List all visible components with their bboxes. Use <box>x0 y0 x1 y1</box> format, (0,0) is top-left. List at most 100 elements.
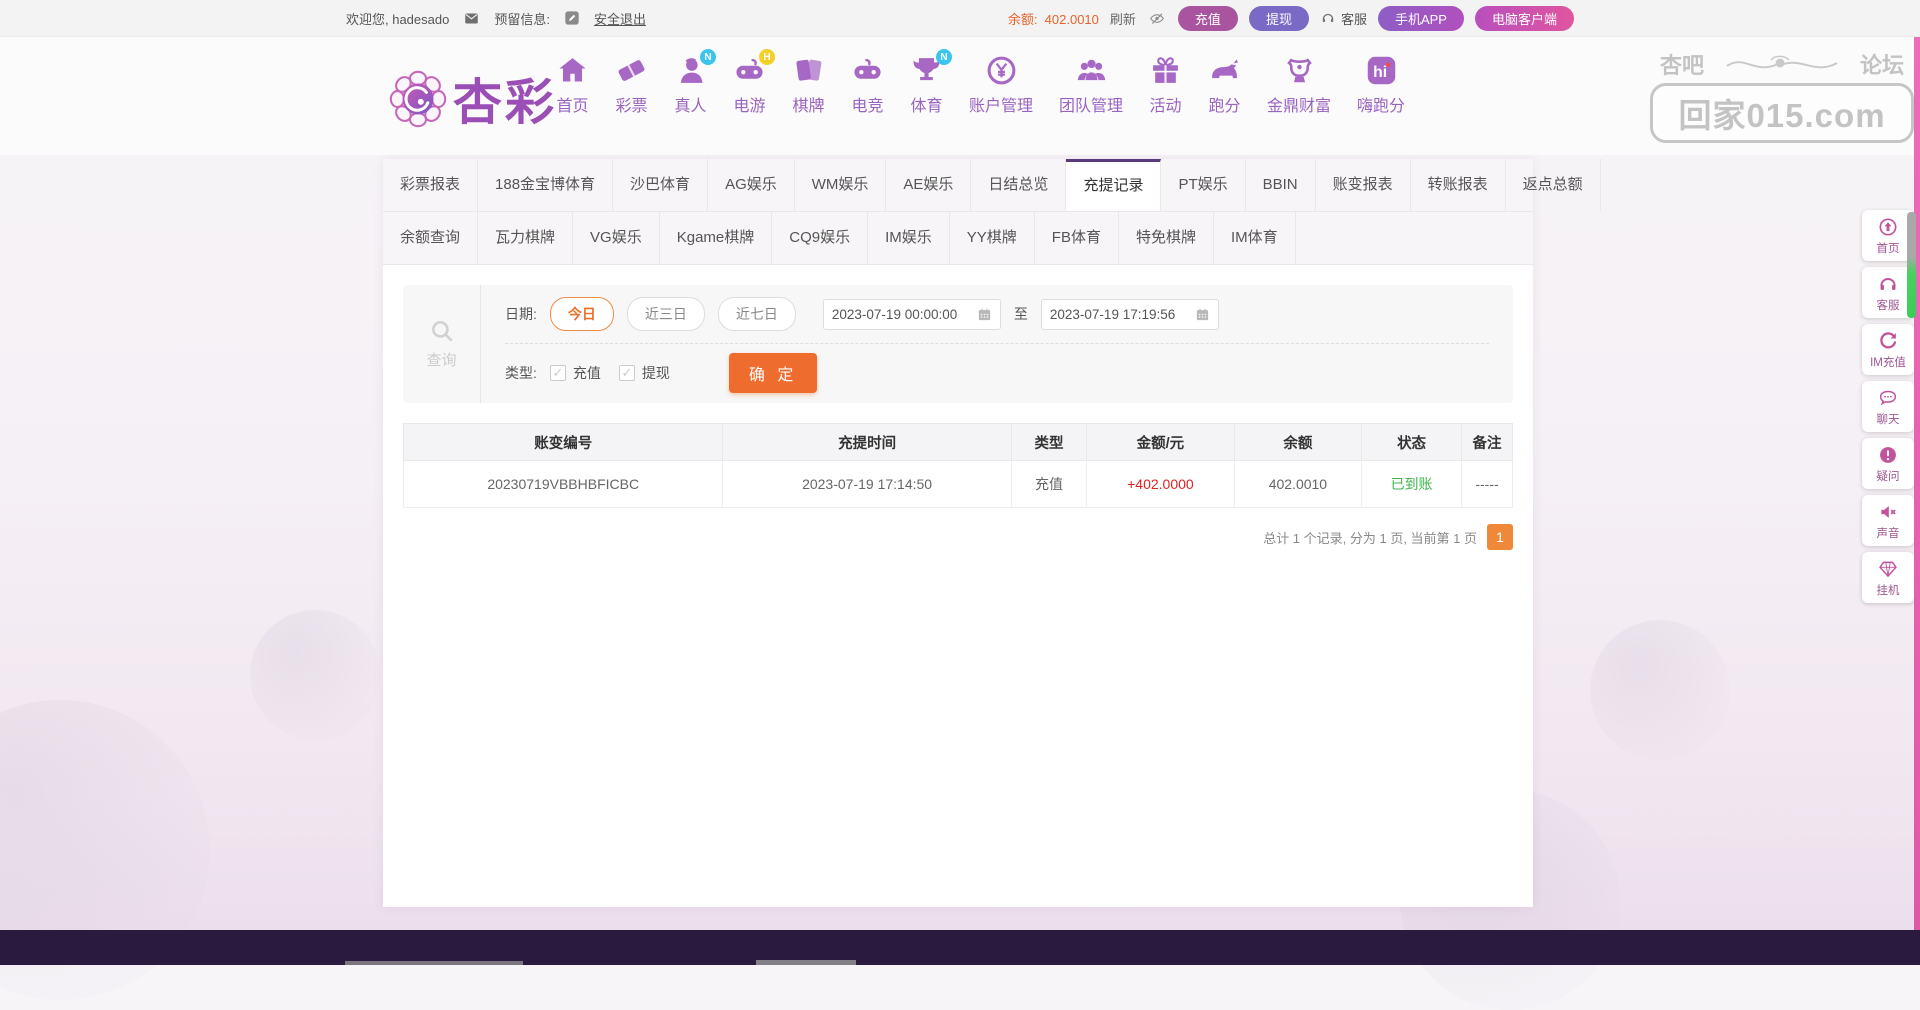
tab-IM体育[interactable]: IM体育 <box>1214 212 1296 264</box>
cell-balance: 402.0010 <box>1233 460 1363 508</box>
mute-icon <box>1878 502 1898 522</box>
tab-返点总额[interactable]: 返点总额 <box>1506 159 1601 211</box>
nav-电竞[interactable]: 电竞 <box>851 54 884 116</box>
tab-WM娱乐[interactable]: WM娱乐 <box>795 159 887 211</box>
side-聊天[interactable]: 聊天 <box>1862 381 1914 432</box>
page-1-button[interactable]: 1 <box>1487 524 1513 550</box>
checkbox-icon[interactable]: ✓ <box>618 365 635 381</box>
mobile-app-button[interactable]: 手机APP <box>1377 5 1464 31</box>
tab-Kgame棋牌[interactable]: Kgame棋牌 <box>660 212 773 264</box>
calendar-icon[interactable] <box>977 307 992 322</box>
tab-YY棋牌[interactable]: YY棋牌 <box>950 212 1035 264</box>
withdraw-button[interactable]: 提现 <box>1248 5 1309 31</box>
eye-off-icon[interactable] <box>1147 11 1167 26</box>
side-疑问[interactable]: 疑问 <box>1862 438 1914 489</box>
main-panel: 彩票报表 188金宝博体育 沙巴体育 AG娱乐 WM娱乐 AE娱乐 日结总览 充提记录 PT娱乐… <box>383 159 1601 907</box>
tabs-row-1: 彩票报表 188金宝博体育 沙巴体育 AG娱乐 WM娱乐 AE娱乐 日结总览 充提记录 PT娱乐… <box>383 159 1601 212</box>
nav-彩票[interactable]: 彩票 <box>615 54 648 116</box>
scrollbar-thumb[interactable] <box>1907 212 1916 318</box>
calendar-icon[interactable] <box>1195 307 1210 322</box>
footer-fragment <box>345 961 523 965</box>
refresh-link[interactable]: 刷新 <box>1110 9 1136 28</box>
pc-client-button[interactable]: 电脑客户端 <box>1474 5 1574 31</box>
watermark-domain: 回家015.com <box>1650 83 1914 143</box>
nav-label: 电竞 <box>851 98 884 115</box>
nav-金鼎财富[interactable]: 金鼎财富 <box>1267 54 1331 116</box>
tab-账变报表[interactable]: 账变报表 <box>1316 159 1411 211</box>
date-preset-近七日[interactable]: 近七日 <box>717 297 796 331</box>
nav-嗨跑分[interactable]: hi 嗨跑分 <box>1357 54 1405 116</box>
nav-棋牌[interactable]: 棋牌 <box>792 54 825 116</box>
header-time: 充提时间 <box>722 423 1012 461</box>
date-preset-今日[interactable]: 今日 <box>549 297 614 331</box>
tab-CQ9娱乐[interactable]: CQ9娱乐 <box>772 212 869 264</box>
tab-188金宝博体育[interactable]: 188金宝博体育 <box>478 159 614 211</box>
tab-充提记录[interactable]: 充提记录 <box>1066 159 1162 211</box>
side-IM充值[interactable]: IM充值 <box>1862 324 1914 375</box>
cell-remark: ----- <box>1460 460 1514 508</box>
tab-转账报表[interactable]: 转账报表 <box>1411 159 1506 211</box>
rhino-icon <box>1208 54 1241 87</box>
type-checkbox-充值[interactable]: ✓ 充值 <box>549 363 601 383</box>
balance-text: 余额: 402.0010 <box>1007 11 1099 27</box>
diamond-icon <box>1878 559 1898 579</box>
tab-瓦力棋牌[interactable]: 瓦力棋牌 <box>478 212 574 264</box>
nav-label: 彩票 <box>615 98 648 115</box>
tab-余额查询[interactable]: 余额查询 <box>383 212 479 264</box>
cards-icon <box>792 54 825 87</box>
tab-IM娱乐[interactable]: IM娱乐 <box>868 212 950 264</box>
cell-time: 2023-07-19 17:14:50 <box>722 460 1012 508</box>
team-icon <box>1075 54 1108 87</box>
side-声音[interactable]: 声音 <box>1862 495 1914 546</box>
checkbox-icon[interactable]: ✓ <box>549 365 566 381</box>
nav-label: 跑分 <box>1208 98 1241 115</box>
tab-沙巴体育[interactable]: 沙巴体育 <box>613 159 709 211</box>
tab-彩票报表[interactable]: 彩票报表 <box>383 159 479 211</box>
pencil-icon[interactable] <box>564 10 580 26</box>
nav-真人[interactable]: N 真人 <box>674 49 716 116</box>
date-to-input[interactable]: 2023-07-19 17:19:56 <box>1040 298 1219 330</box>
tab-FB体育[interactable]: FB体育 <box>1035 212 1119 264</box>
trophy-icon: N <box>910 49 952 87</box>
nav-跑分[interactable]: 跑分 <box>1208 54 1241 116</box>
tab-PT娱乐[interactable]: PT娱乐 <box>1161 159 1246 211</box>
watermark-right-text: 论坛 <box>1859 53 1904 78</box>
recharge-button[interactable]: 充值 <box>1177 5 1238 31</box>
tab-AE娱乐[interactable]: AE娱乐 <box>886 159 972 211</box>
footer-fragment <box>756 960 856 965</box>
bg-circle <box>1590 620 1730 760</box>
nav-首页[interactable]: 首页 <box>556 54 589 116</box>
nav-label: 电游 <box>733 98 766 115</box>
logout-link[interactable]: 安全退出 <box>594 9 646 28</box>
tab-日结总览[interactable]: 日结总览 <box>971 159 1067 211</box>
welcome-text: 欢迎您, hadesado <box>346 11 450 27</box>
envelope-icon[interactable] <box>463 11 480 26</box>
treasure-icon <box>1283 54 1316 87</box>
query-label-box: 查询 <box>403 285 481 403</box>
confirm-button[interactable]: 确 定 <box>728 353 818 393</box>
site-logo[interactable]: 杏彩 <box>388 63 557 134</box>
date-from-input[interactable]: 2023-07-19 00:00:00 <box>822 298 1001 330</box>
live-person-icon: N <box>674 49 716 87</box>
side-挂机[interactable]: 挂机 <box>1862 552 1914 603</box>
flourish-icon <box>1723 51 1841 77</box>
nav-账户管理[interactable]: 账户管理 <box>969 54 1033 116</box>
nav-label: 体育 <box>910 98 943 115</box>
gamepad-icon: H <box>733 49 775 87</box>
customer-service-link[interactable]: 客服 <box>1320 9 1367 28</box>
nav-电游[interactable]: H 电游 <box>733 49 775 116</box>
type-checkbox-提现[interactable]: ✓ 提现 <box>618 363 670 383</box>
nav-体育[interactable]: N 体育 <box>910 49 952 116</box>
esports-icon <box>851 54 884 87</box>
date-preset-近三日[interactable]: 近三日 <box>626 297 705 331</box>
tab-特免棋牌[interactable]: 特免棋牌 <box>1119 212 1214 264</box>
watermark-left-text: 杏吧 <box>1660 53 1705 78</box>
side-label: 首页 <box>1876 243 1900 255</box>
tab-AG娱乐[interactable]: AG娱乐 <box>708 159 795 211</box>
new-badge: H <box>759 49 775 65</box>
nav-活动[interactable]: 活动 <box>1149 54 1182 116</box>
tab-VG娱乐[interactable]: VG娱乐 <box>573 212 660 264</box>
nav-团队管理[interactable]: 团队管理 <box>1059 54 1123 116</box>
tab-BBIN[interactable]: BBIN <box>1246 159 1316 211</box>
balance-value: 402.0010 <box>1044 11 1099 27</box>
